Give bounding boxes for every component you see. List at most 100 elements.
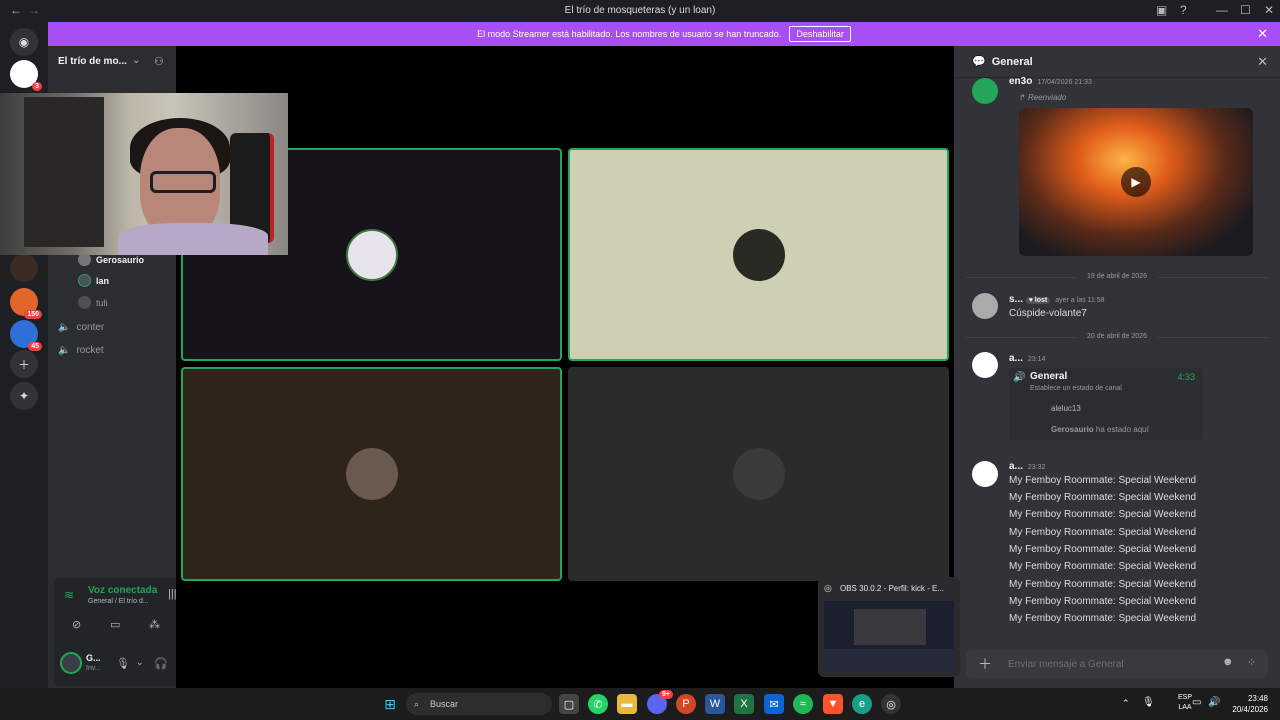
- voice-user[interactable]: tuli: [78, 296, 108, 309]
- task-view-icon[interactable]: ▢: [559, 694, 579, 714]
- participant-tile[interactable]: [568, 148, 949, 361]
- mention-badge: 45: [28, 342, 42, 351]
- discord-home-icon[interactable]: ◉: [10, 28, 38, 56]
- participant-tile[interactable]: [181, 367, 562, 581]
- message-line: My Femboy Roommate: Special Weekend: [1009, 579, 1197, 590]
- keyboard-language[interactable]: ESP LAA: [1178, 693, 1192, 713]
- server-icon[interactable]: 45: [10, 320, 42, 351]
- disable-streamer-button[interactable]: Deshabilitar: [789, 26, 851, 42]
- message-line: My Femboy Roommate: Special Weekend: [1009, 492, 1197, 503]
- chevron-down-icon[interactable]: ⌄: [132, 55, 140, 66]
- avatar: [78, 274, 91, 287]
- obs-preview-docks: [824, 649, 954, 671]
- voice-card-user: aleluc13: [1051, 404, 1081, 413]
- voice-status: Voz conectada: [88, 585, 158, 596]
- close-icon[interactable]: ✕: [1257, 26, 1268, 42]
- video-embed[interactable]: ▶: [1019, 108, 1253, 256]
- chevron-up-icon[interactable]: ⌃: [1122, 698, 1130, 709]
- message-text: Cúspide-volante7: [1009, 308, 1087, 319]
- file-explorer-icon[interactable]: ▬: [617, 694, 637, 714]
- close-button[interactable]: ✕: [1264, 3, 1274, 17]
- system-clock[interactable]: 23:48 20/4/2026: [1232, 693, 1268, 715]
- voice-channel-conter[interactable]: 🔈 conter: [58, 322, 104, 333]
- invite-user-icon[interactable]: ⚇: [154, 55, 164, 68]
- taskbar-search[interactable]: Buscar: [406, 693, 552, 715]
- date-divider: 20 de abril de 2026: [966, 333, 1268, 340]
- message-author[interactable]: en3o 17/04/2026 21:33: [1009, 76, 1092, 87]
- edge-browser-icon[interactable]: e: [852, 694, 872, 714]
- play-icon[interactable]: ▶: [1121, 167, 1151, 197]
- powerpoint-icon[interactable]: P: [676, 694, 696, 714]
- date-divider: 19 de abril de 2026: [966, 273, 1268, 280]
- excel-icon[interactable]: X: [734, 694, 754, 714]
- brave-browser-icon[interactable]: ▼: [823, 694, 843, 714]
- message-author[interactable]: s... ♥ lost ayer a las 11:58: [1009, 294, 1105, 305]
- speaker-icon: 🔈: [58, 345, 71, 356]
- streamer-mode-banner: El modo Streamer está habilitado. Los no…: [48, 22, 1280, 46]
- volume-icon[interactable]: 🔊: [1208, 697, 1220, 708]
- obs-icon[interactable]: ◎: [881, 694, 901, 714]
- obs-taskbar-preview[interactable]: ◎ OBS 30.0.2 - Perfil: kick - E...: [818, 577, 960, 677]
- chat-header: 💬 General ✕: [954, 46, 1280, 78]
- banner-text: El modo Streamer está habilitado. Los no…: [477, 29, 782, 39]
- obs-preview-canvas: [854, 609, 926, 645]
- maximize-button[interactable]: ☐: [1240, 3, 1251, 17]
- server-icon[interactable]: 150: [10, 288, 42, 319]
- camera-off-icon[interactable]: ⊘: [72, 618, 81, 631]
- message-line: My Femboy Roommate: Special Weekend: [1009, 561, 1197, 572]
- message-author[interactable]: a... 23:32: [1009, 461, 1045, 472]
- avatar[interactable]: [972, 352, 998, 378]
- notification-badge: 9+: [659, 690, 673, 699]
- message-line: My Femboy Roommate: Special Weekend: [1009, 509, 1197, 520]
- mention-badge: 3: [32, 82, 42, 91]
- avatar: [345, 448, 398, 500]
- participant-tile[interactable]: [568, 367, 949, 581]
- windows-start-icon[interactable]: ⊞: [380, 694, 400, 714]
- avatar[interactable]: [60, 652, 82, 674]
- voice-user[interactable]: lan: [78, 274, 109, 287]
- activities-icon[interactable]: ⁂: [149, 618, 160, 631]
- voice-location[interactable]: General / El trío d...: [88, 598, 149, 605]
- avatar: [345, 228, 398, 281]
- minimize-button[interactable]: —: [1216, 3, 1228, 17]
- add-server-icon[interactable]: ＋: [10, 350, 38, 378]
- avatar[interactable]: [972, 461, 998, 487]
- help-icon[interactable]: ?: [1180, 3, 1187, 17]
- forwarded-label: ↱ Reenviado: [1019, 93, 1067, 102]
- close-icon[interactable]: ✕: [1257, 54, 1268, 70]
- message-line: My Femboy Roommate: Special Weekend: [1009, 613, 1197, 624]
- obs-preview-title: OBS 30.0.2 - Perfil: kick - E...: [840, 584, 945, 593]
- voice-channel-card[interactable]: 🔊 General 4:33 Establece un estado de ca…: [1009, 368, 1203, 440]
- search-icon: ⌕: [414, 699, 420, 709]
- discord-icon[interactable]: 9+: [647, 690, 673, 714]
- whatsapp-icon[interactable]: ✆: [588, 694, 608, 714]
- inbox-icon[interactable]: ▣: [1156, 3, 1167, 17]
- chevron-down-icon[interactable]: ⌄: [136, 657, 144, 668]
- voice-channel-rocket[interactable]: 🔈 rocket: [58, 345, 104, 356]
- message-line: My Femboy Roommate: Special Weekend: [1009, 475, 1197, 486]
- server-name[interactable]: El trío de mo...: [58, 56, 127, 67]
- word-icon[interactable]: W: [705, 694, 725, 714]
- server-icon[interactable]: [10, 254, 38, 282]
- user-name: G...: [86, 653, 101, 663]
- discover-compass-icon[interactable]: ✦: [10, 382, 38, 410]
- microphone-icon[interactable]: 🎙: [1142, 697, 1155, 708]
- message-author[interactable]: a... 23:14: [1009, 353, 1045, 364]
- mail-icon[interactable]: ✉: [764, 694, 784, 714]
- avatar[interactable]: [972, 78, 998, 104]
- headphones-icon[interactable]: 🎧: [154, 657, 168, 670]
- apps-icon[interactable]: ⁘: [1247, 656, 1256, 669]
- server-icon[interactable]: 3: [10, 60, 42, 91]
- network-icon[interactable]: ▭: [1192, 697, 1201, 708]
- screen-share-icon[interactable]: ▭: [110, 618, 120, 631]
- microphone-icon[interactable]: 🎙: [116, 657, 130, 670]
- emoji-icon[interactable]: ☻: [1222, 656, 1234, 668]
- speaker-icon: 🔈: [58, 322, 71, 333]
- avatar[interactable]: [972, 293, 998, 319]
- window-titlebar: ← → El trío de mosqueteras (y un loan) ▣…: [0, 0, 1280, 22]
- background-door: [24, 97, 104, 247]
- spotify-icon[interactable]: ≈: [793, 694, 813, 714]
- user-tag: ♥ lost: [1025, 297, 1051, 304]
- message-line: My Femboy Roommate: Special Weekend: [1009, 596, 1197, 607]
- add-attachment-icon[interactable]: ＋: [978, 654, 992, 674]
